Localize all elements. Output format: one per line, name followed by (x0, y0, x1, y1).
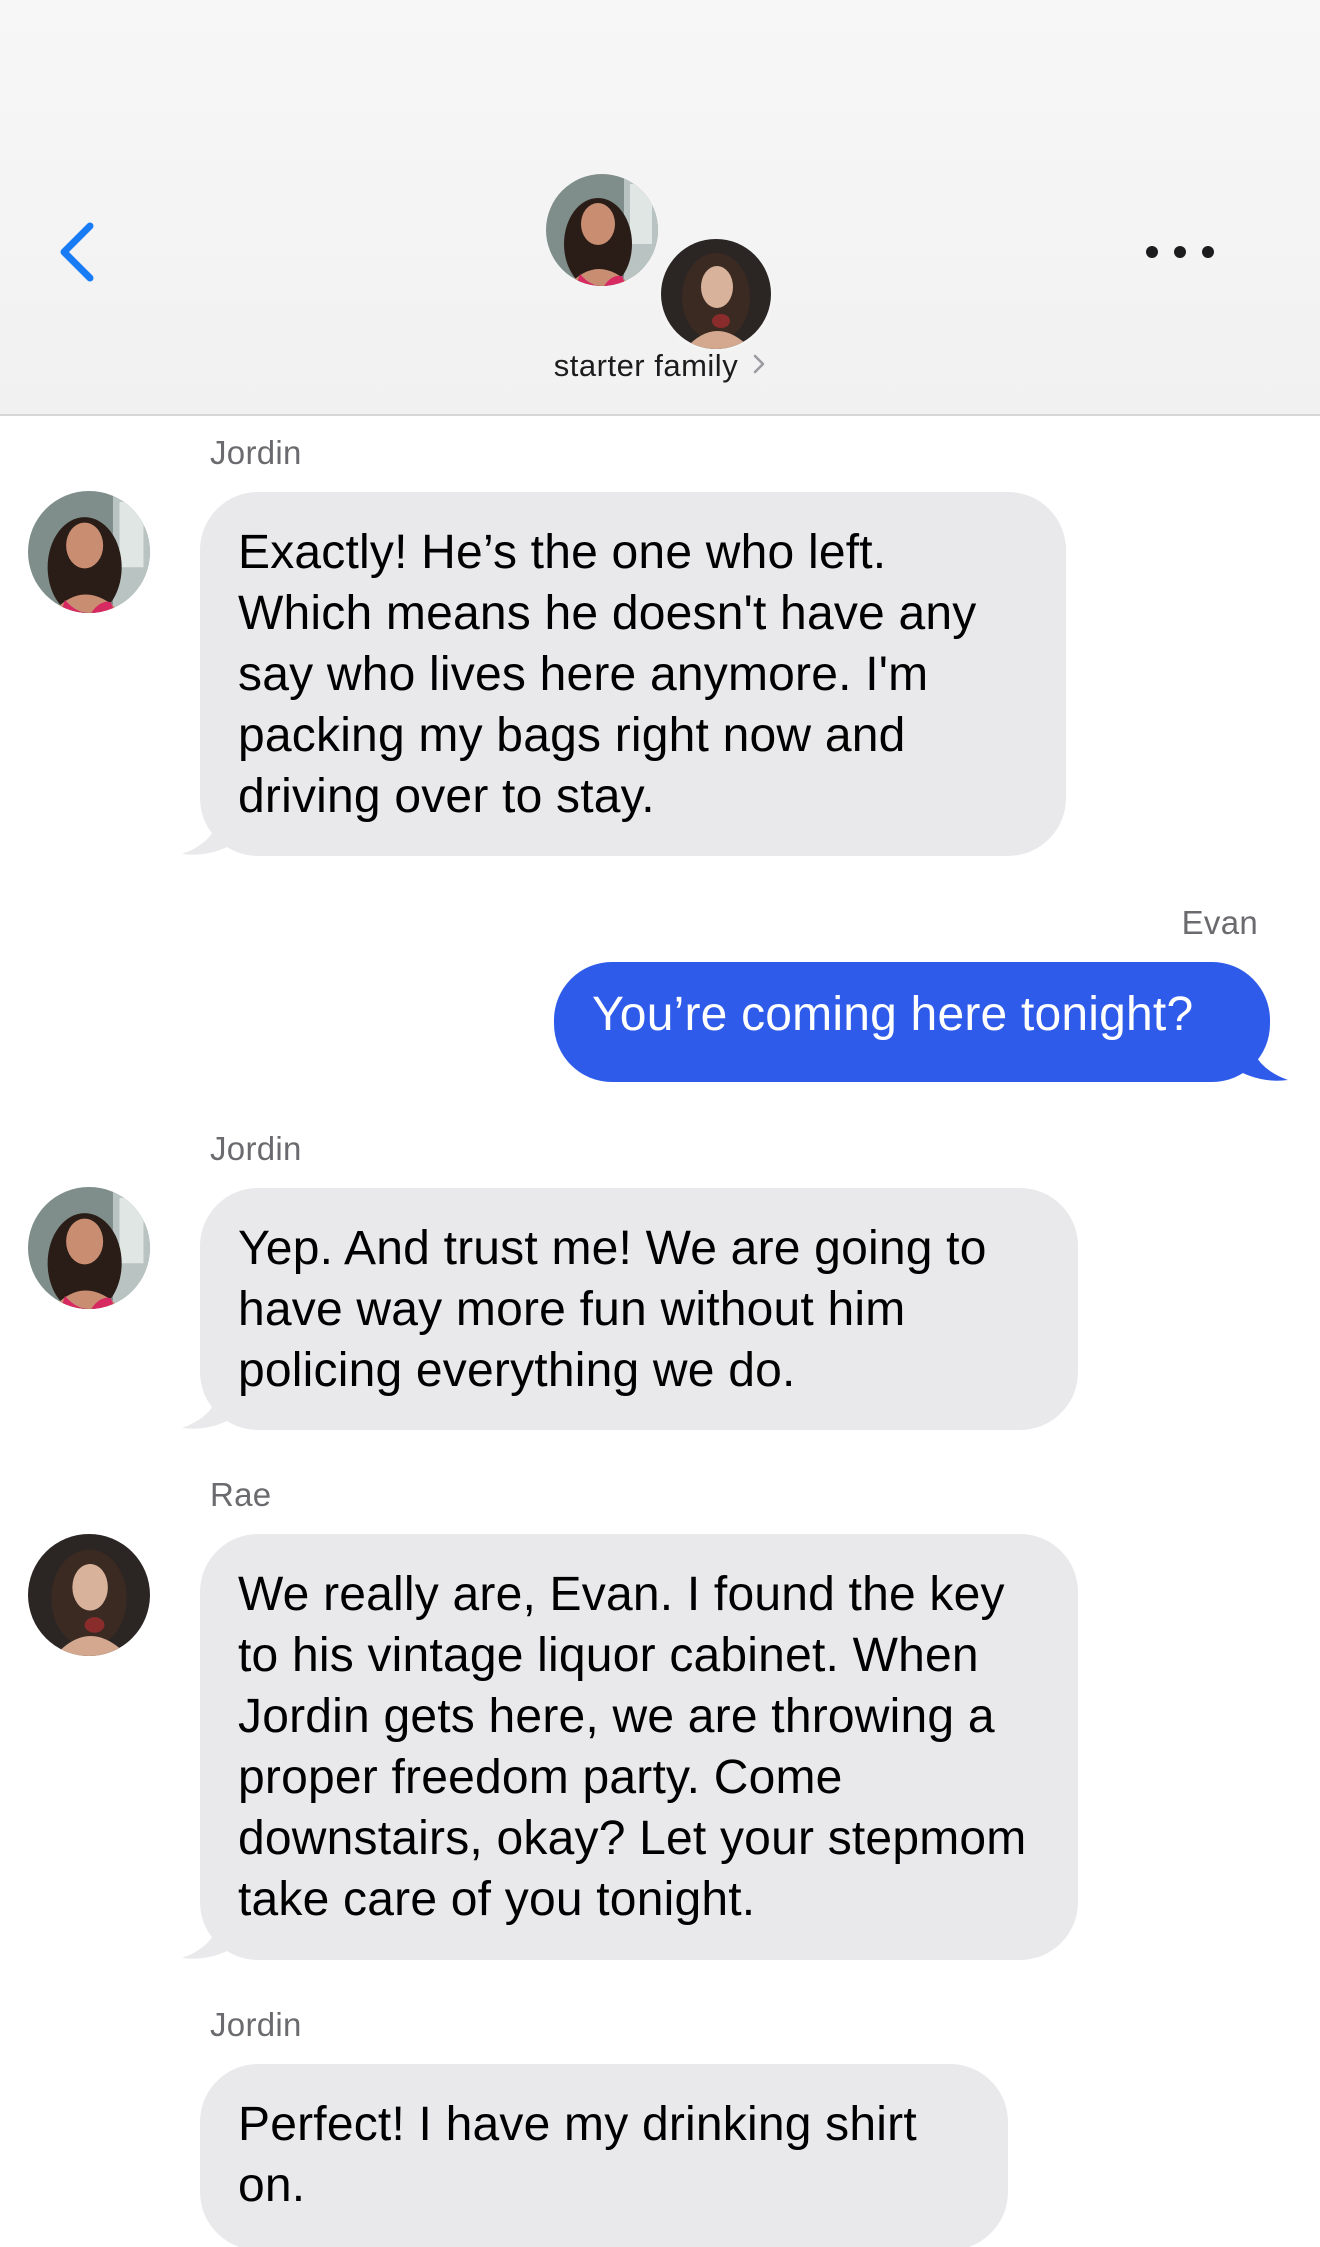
avatar-jordin (28, 491, 150, 613)
conversation-screen: starter family Jordin Exactly! He’s the … (0, 0, 1320, 2247)
avatar-rae (28, 1534, 150, 1656)
sender-name: Evan (1181, 904, 1258, 941)
group-name[interactable]: starter family (0, 348, 1320, 386)
group-name-label: starter family (553, 348, 739, 383)
back-button[interactable] (52, 212, 112, 292)
message-bubble[interactable]: Exactly! He’s the one who left. Which me… (200, 492, 1066, 856)
avatar-jordin (546, 174, 658, 286)
sender-name: Jordin (210, 434, 302, 471)
sender-name: Rae (210, 1476, 272, 1513)
ellipsis-icon (1146, 246, 1214, 258)
message-bubble[interactable]: We really are, Evan. I found the key to … (200, 1534, 1078, 1960)
message-bubble[interactable]: Perfect! I have my drinking shirt on. (200, 2064, 1008, 2247)
avatar-rae (658, 236, 774, 352)
conversation-header: starter family (0, 0, 1320, 416)
group-avatars[interactable] (540, 172, 780, 352)
sender-name: Jordin (210, 1130, 302, 1167)
message-bubble[interactable]: You’re coming here tonight? (554, 962, 1270, 1082)
more-options-button[interactable] (1140, 222, 1220, 282)
chevron-right-icon (752, 348, 766, 384)
chevron-left-icon (60, 222, 94, 282)
message-bubble[interactable]: Yep. And trust me! We are going to have … (200, 1188, 1078, 1430)
sender-name: Jordin (210, 2006, 302, 2043)
avatar-jordin (28, 1187, 150, 1309)
